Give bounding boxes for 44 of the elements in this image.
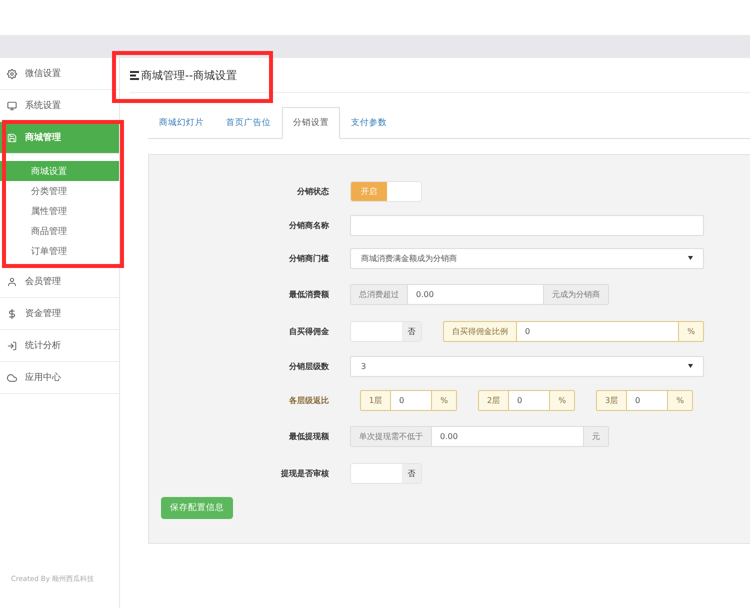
- sidebar-item[interactable]: 应用中心: [0, 362, 119, 394]
- sidebar-item[interactable]: 会员管理: [0, 266, 119, 298]
- select-field[interactable]: 商城消费满金额成为分销商: [350, 248, 704, 268]
- amount-field[interactable]: 单次提现需不低于 0.00 元: [350, 426, 609, 446]
- field-label: 最低提现额: [288, 430, 329, 442]
- list-icon: [130, 70, 139, 80]
- cloud-icon: [7, 372, 17, 382]
- caret-icon: [688, 364, 693, 368]
- field-label: 最低消费额: [288, 288, 329, 300]
- settings-icon: [7, 68, 17, 78]
- monitor-icon: [7, 100, 17, 110]
- level-ratio-field[interactable]: 2层 0 %: [478, 390, 575, 410]
- field-label: 分销商名称: [288, 220, 329, 230]
- save-icon: [7, 132, 17, 142]
- sidebar-item[interactable]: 系统设置: [0, 90, 119, 122]
- field-label: 自买得佣金: [288, 326, 329, 336]
- toggle-switch[interactable]: 否: [350, 462, 422, 484]
- amount-field[interactable]: 总消费超过 0.00 元成为分销商: [350, 284, 609, 304]
- field-label: 分销层级数: [288, 360, 329, 372]
- sidebar-item[interactable]: 统计分析: [0, 330, 119, 362]
- field-label: 各层级返比: [288, 394, 329, 406]
- toggle-switch[interactable]: 否: [350, 320, 422, 342]
- field-label: 分销状态: [296, 186, 329, 196]
- text-field[interactable]: [350, 214, 704, 236]
- ratio-field[interactable]: 自买得佣金比例 0 %: [443, 320, 704, 342]
- tab[interactable]: 支付参数: [340, 107, 398, 139]
- submenu-item[interactable]: 属性管理: [0, 201, 119, 221]
- level-ratio-field[interactable]: 3层 0 %: [596, 390, 693, 410]
- sidebar-item[interactable]: 微信设置: [0, 58, 119, 90]
- tab[interactable]: 商城幻灯片: [148, 107, 215, 139]
- submenu-item[interactable]: 商品管理: [0, 221, 119, 241]
- submenu-item[interactable]: 分类管理: [0, 181, 119, 201]
- select-field[interactable]: 3: [350, 356, 704, 376]
- login-icon: [7, 340, 17, 350]
- level-ratio-field[interactable]: 1层 0 %: [360, 390, 457, 410]
- caret-icon: [688, 256, 693, 260]
- field-label: 分销商门槛: [288, 252, 329, 264]
- tab[interactable]: 首页广告位: [215, 107, 282, 139]
- page-title: 商城管理--商城设置: [141, 68, 237, 82]
- sidebar-item[interactable]: 资金管理: [0, 298, 119, 330]
- field-label: 提现是否审核: [280, 468, 329, 478]
- tab[interactable]: 分销设置: [282, 107, 340, 139]
- user-icon: [7, 276, 17, 286]
- submenu-item[interactable]: 订单管理: [0, 241, 119, 261]
